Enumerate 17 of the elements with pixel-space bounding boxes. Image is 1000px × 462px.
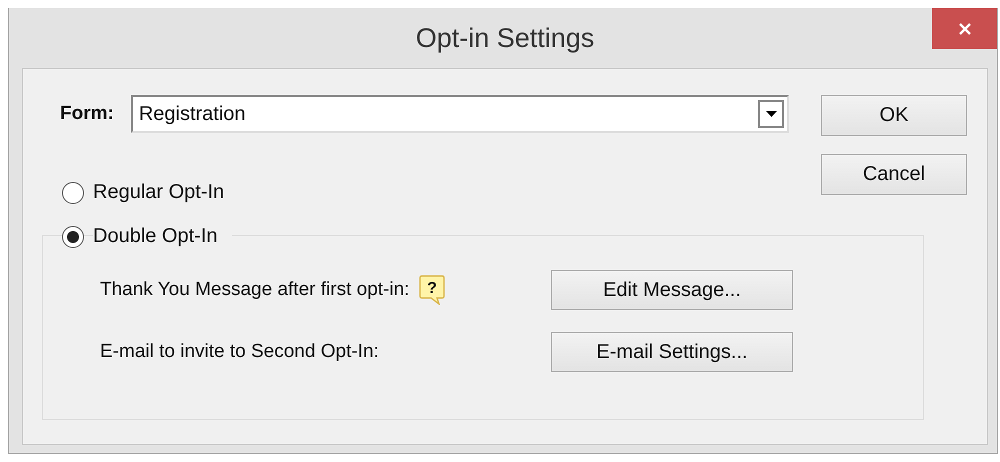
dialog-button[interactable]: Cancel bbox=[821, 154, 967, 195]
close-button[interactable] bbox=[932, 8, 997, 49]
radio-button[interactable] bbox=[62, 226, 84, 248]
form-dropdown[interactable]: Registration bbox=[130, 95, 789, 133]
help-icon[interactable]: ? bbox=[419, 275, 446, 305]
radio-label: Double Opt-In bbox=[93, 225, 232, 248]
setting-label: Thank You Message after first opt-in: bbox=[100, 279, 410, 301]
settings-button[interactable]: E-mail Settings... bbox=[551, 332, 793, 372]
radio-button[interactable] bbox=[62, 182, 84, 204]
setting-label: E-mail to invite to Second Opt-In: bbox=[100, 341, 379, 363]
close-icon bbox=[958, 22, 972, 36]
settings-button[interactable]: Edit Message... bbox=[551, 270, 793, 310]
window-title: Opt-in Settings bbox=[416, 22, 594, 54]
caret-icon bbox=[766, 111, 776, 117]
form-label: Form: bbox=[60, 103, 114, 125]
dialog-button[interactable]: OK bbox=[821, 95, 967, 136]
radio-label: Regular Opt-In bbox=[93, 181, 224, 204]
